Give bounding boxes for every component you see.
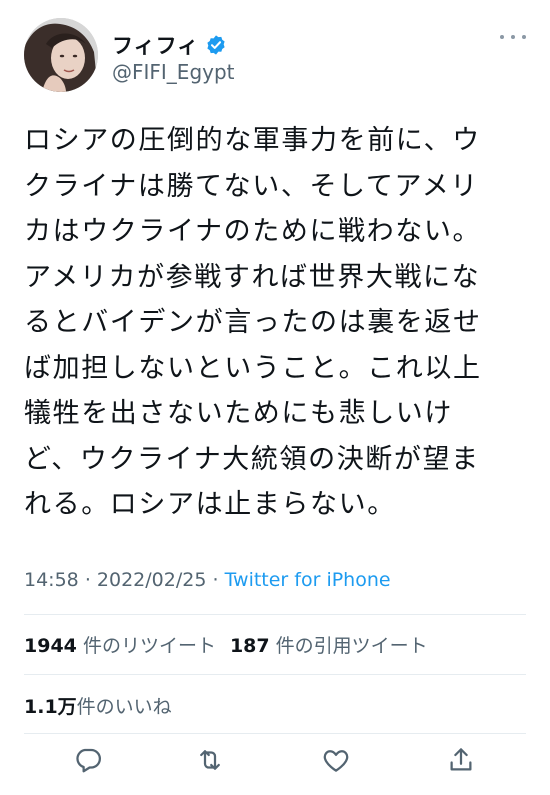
verified-badge-icon [207, 35, 225, 55]
likes-label: 件のいいね [76, 696, 172, 718]
meta-separator: · [84, 569, 91, 591]
engagement-stats: 1944 件のリツイート 187 件の引用ツイート [24, 631, 428, 658]
tweet-text-line: クライナは勝てない、そしてアメリ [24, 170, 479, 202]
like-icon [323, 750, 349, 772]
divider [24, 614, 526, 615]
avatar[interactable] [24, 18, 98, 92]
tweet-text-line: ど、ウクライナ大統領の決断が望ま [24, 443, 480, 475]
meta-separator: · [212, 569, 219, 591]
tweet-time[interactable]: 14:58 [24, 569, 79, 591]
reply-icon [76, 748, 101, 773]
user-handle[interactable]: @FIFI_Egypt [112, 60, 235, 84]
quotes-label: 件の引用ツイート [275, 635, 428, 657]
retweet-icon [200, 750, 220, 770]
display-name-row[interactable]: フィフィ [112, 30, 227, 60]
tweet-text-line: アメリカが参戦すれば世界大戦にな [24, 261, 481, 293]
likes-stat[interactable]: 1.1万件のいいね [24, 692, 172, 719]
share-icon [450, 748, 472, 771]
tweet-text: ロシアの圧倒的な軍事力を前に、ウ クライナは勝てない、そしてアメリ カはウクライ… [24, 118, 524, 528]
avatar-image [24, 18, 98, 92]
retweets-label: 件のリツイート [82, 635, 216, 657]
more-icon[interactable] [500, 32, 526, 42]
likes-count: 1.1万 [24, 696, 77, 718]
tweet-text-line: ば加担しないということ。これ以上 [24, 352, 482, 384]
tweet-header: フィフィ @FIFI_Egypt [0, 0, 550, 110]
tweet-text-line: れる。ロシアは止まらない。 [24, 489, 396, 520]
tweet-text-line: ロシアの圧倒的な軍事力を前に、ウ [24, 125, 481, 156]
quotes-stat[interactable]: 187 件の引用ツイート [230, 635, 428, 657]
tweet-text-line: 犠牲を出さないためにも悲しいけ [24, 398, 453, 429]
share-button[interactable] [446, 745, 476, 775]
reply-button[interactable] [73, 745, 103, 775]
tweet-source-link[interactable]: Twitter for iPhone [225, 569, 391, 591]
tweet-actions [0, 745, 550, 789]
divider [24, 733, 526, 734]
tweet-text-line: カはウクライナのために戦わない。 [24, 216, 482, 247]
divider [24, 674, 526, 675]
tweet-metadata: 14:58 · 2022/02/25 · Twitter for iPhone [24, 569, 391, 591]
retweets-count: 1944 [24, 635, 77, 657]
retweet-button[interactable] [195, 745, 225, 775]
like-button[interactable] [321, 745, 351, 775]
tweet-date[interactable]: 2022/02/25 [97, 569, 207, 591]
tweet-text-line: るとバイデンが言ったのは裏を返せ [24, 307, 482, 338]
display-name[interactable]: フィフィ [112, 30, 199, 60]
quotes-count: 187 [229, 635, 270, 657]
retweets-stat[interactable]: 1944 件のリツイート [24, 635, 216, 657]
